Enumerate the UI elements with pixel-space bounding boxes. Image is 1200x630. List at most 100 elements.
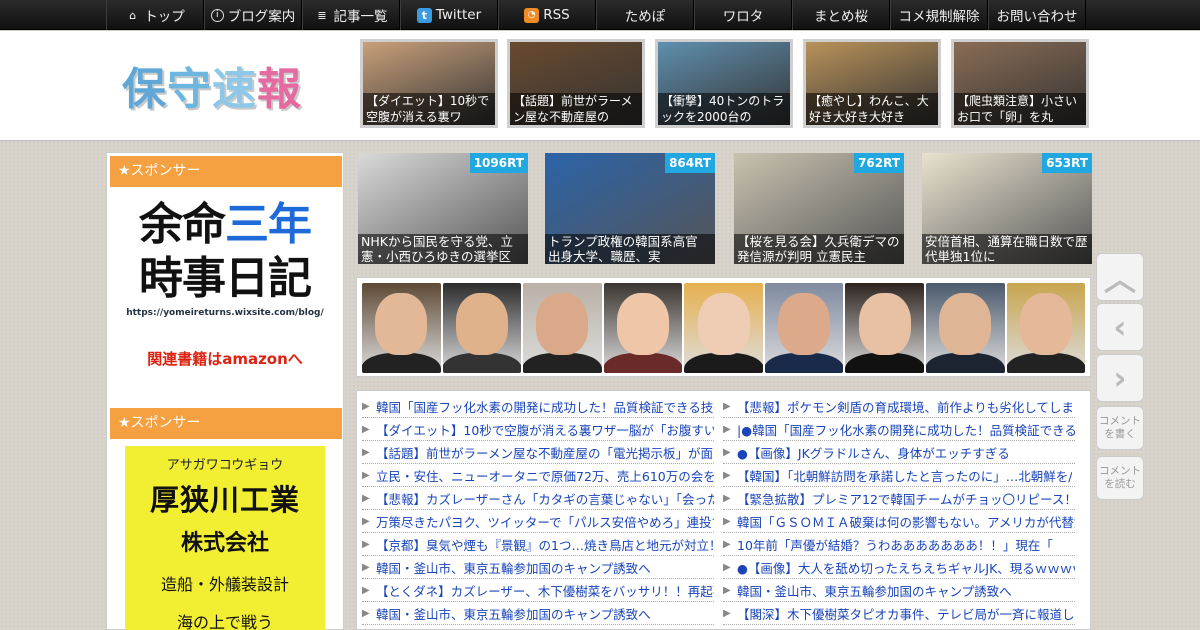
ad-yomei-sannen[interactable]: 余命三年 時事日記 https://yomeireturns.wixsite.c… <box>125 198 325 369</box>
nav-label: お問い合わせ <box>996 9 1078 25</box>
site-logo[interactable]: 保守速報保守速報 <box>122 53 302 117</box>
ad2-corp: 株式会社 <box>180 531 269 556</box>
rt-thumb-caption: 安倍首相、通算在職日数で歴代単独1位に <box>922 234 1092 264</box>
header-thumb[interactable]: 【話題】前世がラーメン屋な不動産屋の <box>507 39 645 128</box>
portrait-image <box>845 283 924 373</box>
next-page-button[interactable]: › <box>1096 354 1144 402</box>
article-links: ▶ 韓国「国産フッ化水素の開発に成功した！品質検証できる技術 ▶ 【ダイエット】10秒… <box>356 390 1091 630</box>
nav-item-7[interactable]: まとめ桜 <box>792 0 890 30</box>
nav-item-8[interactable]: コメ規制解除 <box>890 0 988 30</box>
article-link-text: 韓国・釜山市、東京五輪参加国のキャンプ誘致へ <box>376 606 651 622</box>
arrow-icon: ▶ <box>723 538 731 550</box>
article-link-text: 【京都】臭気や煙も『景観』の1つ…焼き鳥店と地元が対立！ <box>376 537 714 553</box>
header-thumb[interactable]: 【爬虫類注意】小さいお口で「卵」を丸 <box>951 39 1089 128</box>
ad2-business: 造船・外艤装設計 <box>160 575 289 594</box>
article-link[interactable]: ▶ 【緊急拡散】プレミア12で韓国チームがチョッ〇リピース！← <box>723 487 1075 510</box>
rt-thumb-caption: 【桜を見る会】久兵衛デマの発信源が判明 立憲民主 <box>734 234 904 264</box>
article-link[interactable]: ▶ 【閣深】木下優樹菜タピオカ事件、テレビ局が一斉に報道し始 <box>723 602 1075 625</box>
nav-label: ワロタ <box>722 9 764 25</box>
article-link[interactable]: ▶ 【ダイエット】10秒で空腹が消える裏ワザ一脳が「お腹すいて <box>362 418 714 441</box>
article-link-text: 【ダイエット】10秒で空腹が消える裏ワザ一脳が「お腹すいて <box>376 422 714 438</box>
prev-page-button[interactable]: ‹ <box>1096 303 1144 351</box>
nav-list: ⌂ トップ i ブログ案内 ≣ 記事一覧 t Twitter ◔ RSS ためぽ ワロタ まとめ桜 コメ規… <box>106 0 1086 30</box>
article-link-text: |●韓国「国産フッ化水素の開発に成功した！品質検証できる技 <box>737 422 1075 438</box>
article-link[interactable]: ▶ 万策尽きたパヨク、ツイッターで「パルス安倍やめろ」連投で <box>362 510 714 533</box>
header-thumb-caption: 【爬虫類注意】小さいお口で「卵」を丸 <box>954 93 1086 125</box>
article-link[interactable]: ▶ 【悲報】ポケモン剣盾の育成環境、前作よりも劣化してしまう <box>723 395 1075 418</box>
nav-label: トップ <box>144 9 185 25</box>
article-link-text: 韓国「国産フッ化水素の開発に成功した！品質検証できる技術 <box>376 399 714 415</box>
nav-label: RSS <box>543 7 570 23</box>
chevron-up-icon: ︿ <box>1103 260 1136 298</box>
rt-thumb[interactable]: 762RT 【桜を見る会】久兵衛デマの発信源が判明 立憲民主 <box>734 153 904 264</box>
ad-asagawa-kogyo[interactable]: アサガワコウギョウ 厚狭川工業 株式会社 造船・外艤装設計 海の上で戦う <box>125 446 325 630</box>
nav-item-9[interactable]: お問い合わせ <box>988 0 1086 30</box>
article-link-text: 韓国・釜山市、東京五輪参加国のキャンプ誘致へ <box>376 560 651 576</box>
article-link[interactable]: ▶ 韓国・釜山市、東京五輪参加国のキャンプ誘致へ <box>362 602 714 625</box>
article-link[interactable]: ▶ 韓国「ＧＳＯＭＩＡ破棄は何の影響もない。アメリカが代替策 <box>723 510 1075 533</box>
portrait-image <box>603 283 683 373</box>
nav-item-6[interactable]: ワロタ <box>694 0 792 30</box>
article-link[interactable]: ▶ 【悲報】カズレーザーさん「カタギの言葉じゃない」「会った <box>362 487 714 510</box>
ad-line2: 時事日記 <box>139 253 312 304</box>
list-icon: ≣ <box>317 8 327 22</box>
article-link[interactable]: ▶ 10年前「声優が結婚？うわあああああああ！！」現在「 <box>723 533 1075 556</box>
article-link[interactable]: ▶ ●【画像】大人を舐め切ったえちえちギャルJK、現るｗｗｗｗ <box>723 556 1075 579</box>
nav-label: ブログ案内 <box>227 9 296 25</box>
article-link-text: 【韓国】「北朝鮮訪問を承諾したと言ったのに」…北朝鮮を/ <box>737 468 1073 484</box>
article-link-text: 韓国「ＧＳＯＭＩＡ破棄は何の影響もない。アメリカが代替策 <box>737 514 1075 530</box>
sponsor-heading: ★スポンサー <box>110 156 342 187</box>
commentators-banner[interactable] <box>356 277 1091 377</box>
portrait-image <box>684 283 763 373</box>
arrow-icon: ▶ <box>362 538 370 550</box>
nav-item-3[interactable]: t Twitter <box>400 0 498 30</box>
rt-thumb[interactable]: 1096RT NHKから国民を守る党、立憲・小西ひろゆきの選挙区 <box>358 153 528 264</box>
article-link[interactable]: ▶ 【話題】前世がラーメン屋な不動産屋の「電光掲示板」が面白 <box>362 441 714 464</box>
header-thumb-caption: 【話題】前世がラーメン屋な不動産屋の <box>510 93 642 125</box>
article-link-text: ●【画像】大人を舐め切ったえちえちギャルJK、現るｗｗｗｗ <box>737 560 1075 576</box>
article-link[interactable]: ▶ 韓国「国産フッ化水素の開発に成功した！品質検証できる技術 <box>362 395 714 418</box>
rt-thumb[interactable]: 864RT トランプ政権の韓国系高官 出身大学、職歴、実 <box>545 153 715 264</box>
article-link[interactable]: ▶ 【韓国】「北朝鮮訪問を承諾したと言ったのに」…北朝鮮を/ <box>723 464 1075 487</box>
article-link-text: 【閣深】木下優樹菜タピオカ事件、テレビ局が一斉に報道し始 <box>737 606 1075 622</box>
article-link[interactable]: ▶ 韓国・釜山市、東京五輪参加国のキャンプ誘致へ <box>723 579 1075 602</box>
nav-item-5[interactable]: ためぽ <box>596 0 694 30</box>
nav-item-2[interactable]: ≣ 記事一覧 <box>302 0 400 30</box>
article-link-text: 【緊急拡散】プレミア12で韓国チームがチョッ〇リピース！← <box>737 491 1075 507</box>
arrow-icon: ▶ <box>362 446 370 458</box>
nav-item-4[interactable]: ◔ RSS <box>498 0 596 30</box>
arrow-icon: ▶ <box>723 446 731 458</box>
rt-thumb[interactable]: 653RT 安倍首相、通算在職日数で歴代単独1位に <box>922 153 1092 264</box>
header-thumb[interactable]: 【ダイエット】10秒で空腹が消える裏ワ <box>360 39 498 128</box>
header-thumb-caption: 【ダイエット】10秒で空腹が消える裏ワ <box>363 93 495 125</box>
article-link-text: 立民・安住、ニューオータニで原価72万、売上610万の会を開い <box>376 468 714 484</box>
arrow-icon: ▶ <box>362 423 370 435</box>
ad2-tagline: 海の上で戦う <box>176 613 273 630</box>
nav-item-1[interactable]: i ブログ案内 <box>204 0 302 30</box>
article-link[interactable]: ▶ 立民・安住、ニューオータニで原価72万、売上610万の会を開い <box>362 464 714 487</box>
arrow-icon: ▶ <box>723 561 731 573</box>
article-link[interactable]: ▶ 韓国・釜山市、東京五輪参加国のキャンプ誘致へ <box>362 556 714 579</box>
ad-line1: 余命三年 <box>139 199 312 250</box>
header-thumb-caption: 【癒やし】わんこ、大好き大好き大好き <box>806 93 938 125</box>
arrow-icon: ▶ <box>723 400 731 412</box>
article-link[interactable]: ▶ 【京都】臭気や煙も『景観』の1つ…焼き鳥店と地元が対立！ <box>362 533 714 556</box>
arrow-icon: ▶ <box>723 515 731 527</box>
article-link[interactable]: ▶ 【とくダネ】カズレーザー、木下優樹菜をバッサリ！！再起不 <box>362 579 714 602</box>
article-link[interactable]: ▶ ●【画像】JKグラドルさん、身体がエッチすぎる <box>723 441 1075 464</box>
arrow-icon: ▶ <box>723 469 731 481</box>
article-link[interactable]: ▶ |●韓国「国産フッ化水素の開発に成功した！品質検証できる技 <box>723 418 1075 441</box>
ad-amazon-link[interactable]: 関連書籍はamazonへ <box>125 348 325 369</box>
read-comment-button[interactable]: コメントを読む <box>1096 456 1144 500</box>
nav-item-0[interactable]: ⌂ トップ <box>106 0 204 30</box>
ad-url: https://yomeireturns.wixsite.com/blog/ <box>126 308 324 318</box>
nav-label: 記事一覧 <box>333 9 388 25</box>
arrow-icon: ▶ <box>362 515 370 527</box>
header-thumb[interactable]: 【癒やし】わんこ、大好き大好き大好き <box>803 39 941 128</box>
article-link-text: ●【画像】JKグラドルさん、身体がエッチすぎる <box>737 445 1010 461</box>
info-icon: i <box>210 8 224 22</box>
article-link-text: 韓国・釜山市、東京五輪参加国のキャンプ誘致へ <box>737 583 1012 599</box>
scroll-top-button[interactable]: ︿ <box>1096 253 1144 301</box>
write-comment-button[interactable]: コメントを書く <box>1096 406 1144 450</box>
header-thumb[interactable]: 【衝撃】40トンのトラックを2000台の <box>655 39 793 128</box>
